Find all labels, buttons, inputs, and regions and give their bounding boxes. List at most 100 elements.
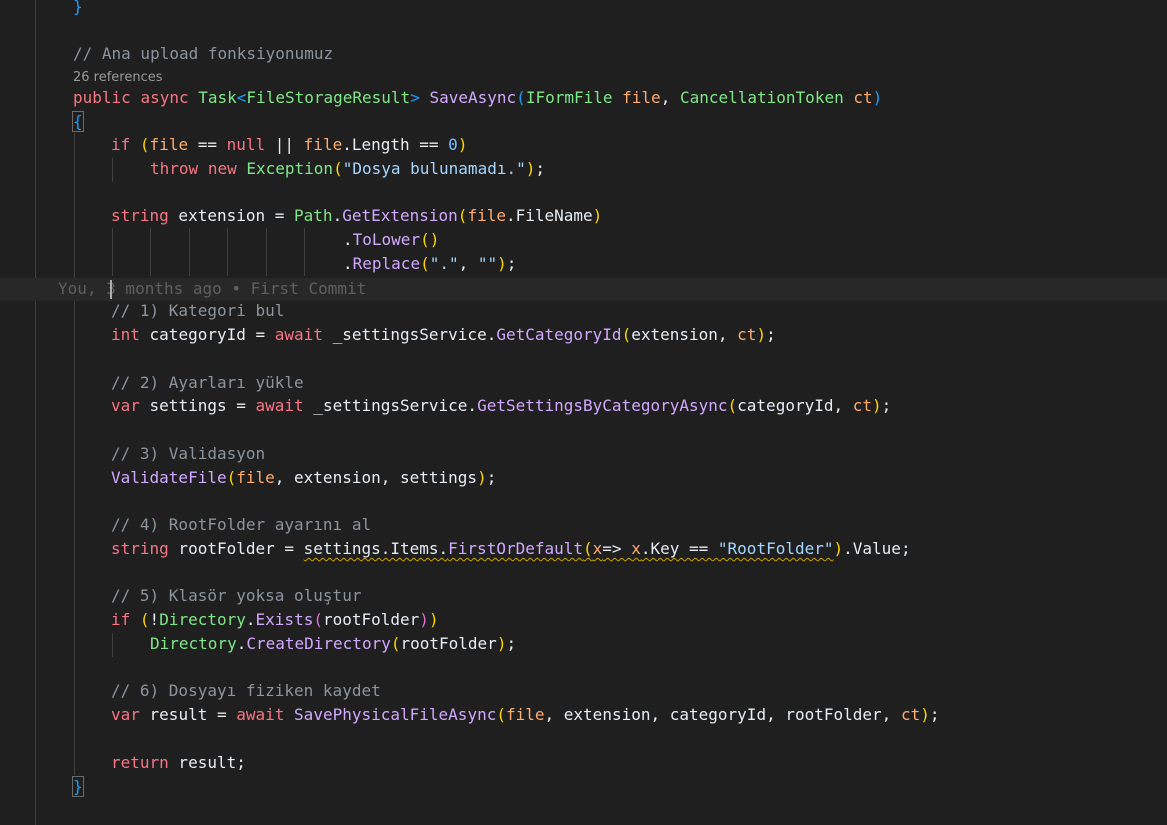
code-token: } [73, 0, 83, 16]
code-token: . [343, 254, 353, 273]
code-token: ct [737, 325, 757, 344]
code-token: var [111, 396, 140, 415]
code-token: ) [497, 254, 507, 273]
code-token: file [467, 206, 506, 225]
code-line[interactable]: } [73, 0, 83, 19]
code-token: "." [429, 254, 459, 273]
code-line[interactable]: var result = await SavePhysicalFileAsync… [111, 703, 939, 727]
code-token: ) [833, 539, 844, 558]
code-token: ( [516, 88, 526, 107]
code-token: // 5) Klasör yoksa oluştur [111, 586, 362, 605]
code-token: _settingsService. [322, 325, 497, 344]
code-line[interactable]: // Ana upload fonksiyonumuz [73, 42, 333, 66]
code-line[interactable]: string rootFolder = settings.Items.First… [111, 537, 911, 561]
code-token: GetCategoryId [496, 325, 622, 344]
code-token: ) [477, 468, 487, 487]
code-token: extension = [168, 206, 295, 225]
code-line[interactable]: throw new Exception("Dosya bulunamadı.")… [150, 157, 545, 181]
code-token: .Length == [342, 135, 449, 154]
references-codelens[interactable]: 26 references [73, 69, 163, 87]
code-token: < [236, 88, 247, 107]
code-editor[interactable]: 26 references You, 3 months ago • First … [0, 0, 1167, 825]
code-token: categoryId, [737, 396, 853, 415]
code-token: .FileName [505, 206, 593, 225]
code-token: // Ana upload fonksiyonumuz [73, 44, 334, 63]
code-token: "" [477, 254, 498, 273]
code-token: , extension, categoryId, rootFolder, [544, 705, 901, 724]
code-line[interactable]: ValidateFile(file, extension, settings); [111, 466, 496, 490]
code-token: await [236, 705, 285, 724]
code-token: GetExtension [342, 206, 458, 225]
code-token: > [410, 88, 420, 107]
code-token: // 6) Dosyayı fiziken kaydet [111, 681, 381, 700]
code-token: x [592, 539, 603, 558]
code-line[interactable]: .Replace(".", ""); [343, 252, 516, 276]
code-line[interactable]: var settings = await _settingsService.Ge… [111, 394, 891, 418]
code-token: .Key == [640, 539, 718, 558]
code-token: SaveAsync [429, 88, 517, 107]
code-token: Replace [352, 254, 421, 273]
code-token: ) [756, 325, 767, 344]
code-line[interactable]: // 6) Dosyayı fiziken kaydet [111, 679, 381, 703]
code-token: ) [496, 634, 507, 653]
code-token: file [505, 705, 545, 724]
code-token: ; [486, 468, 497, 487]
code-token: ( [333, 159, 343, 178]
code-token: ) [872, 88, 883, 107]
code-token: ( [313, 610, 323, 629]
indent-guide [74, 133, 75, 775]
code-line[interactable]: .ToLower() [343, 228, 439, 252]
code-line[interactable]: public async Task<FileStorageResult> Sav… [73, 86, 882, 110]
code-token: file [149, 135, 189, 154]
code-token: ( [139, 135, 150, 154]
code-token: extension, [631, 325, 738, 344]
code-line[interactable]: // 3) Validasyon [111, 442, 265, 466]
code-token: // 3) Validasyon [111, 444, 266, 463]
code-token: await [255, 396, 304, 415]
code-line[interactable]: int categoryId = await _settingsService.… [111, 323, 776, 347]
code-line[interactable]: if (!Directory.Exists(rootFolder)) [111, 608, 439, 632]
code-token: . [245, 610, 256, 629]
indent-guide [112, 633, 113, 657]
code-token: == [188, 135, 227, 154]
code-token: FirstOrDefault [448, 539, 584, 558]
code-token: rootFolder [322, 610, 420, 629]
code-line[interactable]: // 5) Klasör yoksa oluştur [111, 584, 361, 608]
code-line[interactable]: // 2) Ayarları yükle [111, 371, 304, 395]
code-token: . [236, 634, 247, 653]
code-token: if [111, 610, 131, 629]
code-token: ( [420, 254, 430, 273]
code-line[interactable]: { [72, 110, 84, 134]
code-line[interactable]: } [72, 775, 84, 799]
code-token: ; [506, 634, 517, 653]
code-token: ( [457, 206, 468, 225]
code-line[interactable]: // 1) Kategori bul [111, 299, 284, 323]
code-token: "Dosya bulunamadı." [342, 159, 526, 178]
code-token: async [140, 88, 189, 107]
code-token: ) [457, 135, 468, 154]
code-token: ) [428, 610, 439, 629]
code-token: if [111, 135, 131, 154]
code-token: Exists [255, 610, 314, 629]
code-token: ct [852, 396, 873, 415]
code-token: ( [621, 325, 632, 344]
code-token: ct [900, 705, 921, 724]
code-line[interactable]: if (file == null || file.Length == 0) [111, 133, 467, 157]
code-token: string [111, 539, 169, 558]
code-token: new [207, 159, 237, 178]
code-token: _settingsService. [303, 396, 478, 415]
code-token: Path [294, 206, 333, 225]
code-line[interactable]: string extension = Path.GetExtension(fil… [111, 204, 602, 228]
code-token: ValidateFile [111, 468, 227, 487]
code-line[interactable]: // 4) RootFolder ayarını al [111, 513, 371, 537]
code-token: ( [226, 468, 237, 487]
code-token: rootFolder [400, 634, 497, 653]
code-token: GetSettingsByCategoryAsync [477, 396, 728, 415]
code-line[interactable]: Directory.CreateDirectory(rootFolder); [150, 632, 516, 656]
code-token: => [602, 539, 632, 558]
git-blame-annotation: You, 3 months ago • First Commit [58, 279, 367, 298]
code-line[interactable]: return result; [111, 751, 246, 775]
code-token: . [343, 230, 353, 249]
